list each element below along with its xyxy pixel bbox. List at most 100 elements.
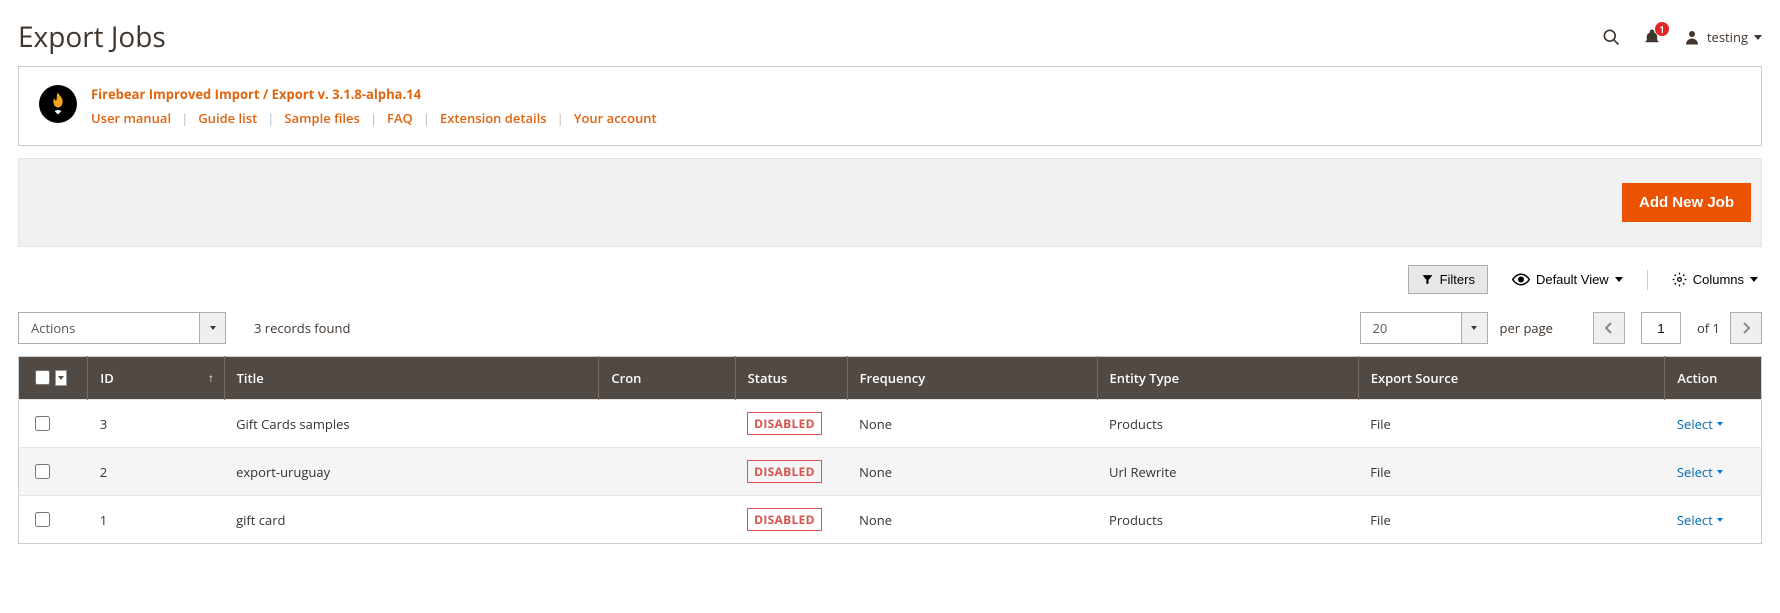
next-page-button[interactable]: [1730, 312, 1762, 344]
records-found: 3 records found: [254, 319, 350, 337]
col-id-label: ID: [100, 369, 114, 387]
banner-text: Firebear Improved Import / Export v. 3.1…: [91, 85, 657, 127]
table-row[interactable]: 1gift card DISABLED NoneProductsFile Select: [19, 496, 1762, 544]
chevron-left-icon: [1605, 322, 1613, 334]
chevron-down-icon: [1615, 277, 1623, 282]
per-page-value: 20: [1361, 313, 1461, 343]
select-all-dropdown[interactable]: [55, 370, 67, 386]
banner-link-guide-list[interactable]: Guide list: [198, 109, 257, 127]
cell-source: File: [1358, 448, 1665, 496]
per-page-label: per page: [1500, 319, 1553, 337]
cell-frequency: None: [847, 496, 1097, 544]
chevron-down-icon: [1717, 470, 1723, 474]
cell-frequency: None: [847, 448, 1097, 496]
search-icon[interactable]: [1601, 27, 1621, 47]
cell-id: 1: [88, 496, 224, 544]
chevron-down-icon: [1750, 277, 1758, 282]
cell-source: File: [1358, 400, 1665, 448]
banner-link-your-account[interactable]: Your account: [574, 109, 657, 127]
bulk-actions-label: Actions: [19, 313, 199, 343]
filters-label: Filters: [1440, 272, 1475, 287]
status-badge: DISABLED: [747, 460, 822, 483]
filters-button[interactable]: Filters: [1408, 265, 1488, 294]
notifications-icon[interactable]: 1: [1643, 28, 1661, 46]
columns-label: Columns: [1693, 272, 1744, 287]
chevron-down-icon: [1461, 313, 1487, 343]
eye-icon: [1512, 273, 1530, 286]
toolbar-left: Actions 3 records found: [18, 312, 350, 344]
cell-id: 3: [88, 400, 224, 448]
add-new-job-button[interactable]: Add New Job: [1622, 183, 1751, 222]
page-title: Export Jobs: [18, 18, 166, 56]
cell-status: DISABLED: [735, 448, 847, 496]
table-row[interactable]: 2export-uruguay DISABLED NoneUrl RewriteFi…: [19, 448, 1762, 496]
funnel-icon: [1421, 273, 1434, 286]
cell-entity: Url Rewrite: [1097, 448, 1358, 496]
table-row[interactable]: 3Gift Cards samples DISABLED NoneProductsF…: [19, 400, 1762, 448]
cell-frequency: None: [847, 400, 1097, 448]
chevron-down-icon: [199, 313, 225, 343]
col-cron[interactable]: Cron: [599, 357, 735, 400]
col-source[interactable]: Export Source: [1358, 357, 1665, 400]
view-button[interactable]: Default View: [1508, 266, 1627, 293]
cell-cron: [599, 496, 735, 544]
cell-cron: [599, 400, 735, 448]
chevron-down-icon: [1717, 422, 1723, 426]
status-badge: DISABLED: [747, 412, 822, 435]
cell-title: gift card: [224, 496, 599, 544]
view-label: Default View: [1536, 272, 1609, 287]
gear-icon: [1672, 272, 1687, 287]
header-tools: 1 testing: [1601, 27, 1762, 47]
banner-links: User manual| Guide list| Sample files| F…: [91, 109, 657, 127]
cell-entity: Products: [1097, 400, 1358, 448]
cell-status: DISABLED: [735, 400, 847, 448]
chevron-down-icon: [1754, 35, 1762, 40]
cell-status: DISABLED: [735, 496, 847, 544]
col-id[interactable]: ID ↑: [88, 357, 224, 400]
banner-link-faq[interactable]: FAQ: [387, 109, 413, 127]
firebear-logo-icon: [39, 85, 77, 123]
chevron-down-icon: [1717, 518, 1723, 522]
col-entity[interactable]: Entity Type: [1097, 357, 1358, 400]
banner-link-sample-files[interactable]: Sample files: [284, 109, 359, 127]
banner-link-extension-details[interactable]: Extension details: [440, 109, 547, 127]
cell-title: Gift Cards samples: [224, 400, 599, 448]
cell-source: File: [1358, 496, 1665, 544]
col-status[interactable]: Status: [735, 357, 847, 400]
prev-page-button[interactable]: [1593, 312, 1625, 344]
separator: [1647, 270, 1648, 290]
status-badge: DISABLED: [747, 508, 822, 531]
row-action-select[interactable]: Select: [1677, 511, 1723, 529]
page-total: of 1: [1697, 319, 1720, 337]
per-page-select[interactable]: 20: [1360, 312, 1488, 344]
row-action-select[interactable]: Select: [1677, 415, 1723, 433]
sort-asc-icon: ↑: [208, 371, 214, 386]
user-menu[interactable]: testing: [1683, 28, 1762, 46]
cell-cron: [599, 448, 735, 496]
grid-toolbar-top: Filters Default View Columns: [18, 247, 1762, 304]
cell-id: 2: [88, 448, 224, 496]
col-title[interactable]: Title: [224, 357, 599, 400]
notif-badge: 1: [1655, 22, 1669, 36]
row-checkbox[interactable]: [35, 464, 50, 479]
page-header: Export Jobs 1 testing: [18, 0, 1762, 66]
select-all-checkbox[interactable]: [35, 370, 50, 385]
user-name: testing: [1707, 28, 1748, 46]
banner-link-user-manual[interactable]: User manual: [91, 109, 171, 127]
page-input[interactable]: [1641, 312, 1681, 344]
extension-banner: Firebear Improved Import / Export v. 3.1…: [18, 66, 1762, 146]
col-checkbox: [19, 357, 88, 400]
toolbar-right: 20 per page of 1: [1360, 312, 1763, 344]
col-action: Action: [1665, 357, 1762, 400]
cell-title: export-uruguay: [224, 448, 599, 496]
row-checkbox[interactable]: [35, 512, 50, 527]
columns-button[interactable]: Columns: [1668, 266, 1762, 293]
bulk-actions-select[interactable]: Actions: [18, 312, 226, 344]
col-frequency[interactable]: Frequency: [847, 357, 1097, 400]
cell-entity: Products: [1097, 496, 1358, 544]
row-action-select[interactable]: Select: [1677, 463, 1723, 481]
jobs-grid: ID ↑ Title Cron Status Frequency Entity T…: [18, 356, 1762, 544]
grid-toolbar-bottom: Actions 3 records found 20 per page of 1: [18, 304, 1762, 356]
chevron-right-icon: [1742, 322, 1750, 334]
row-checkbox[interactable]: [35, 416, 50, 431]
